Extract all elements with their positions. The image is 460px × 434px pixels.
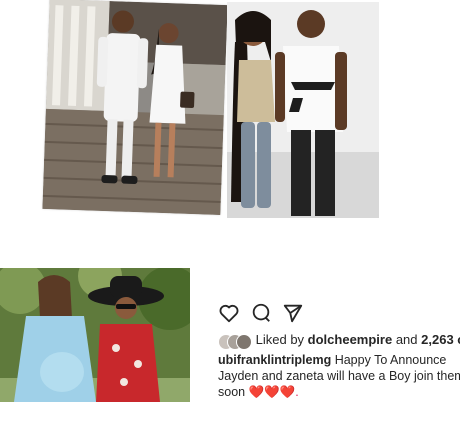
- liked-count[interactable]: 2,263 ot: [421, 332, 460, 347]
- photo-couple-indoor: [227, 2, 379, 218]
- comment-icon[interactable]: [250, 302, 274, 326]
- heart-icon[interactable]: [218, 302, 242, 326]
- liked-and: and: [395, 332, 418, 347]
- photo-two-women: [0, 268, 190, 402]
- instagram-post-panel: Liked by dolcheempire and 2,263 ot ubifr…: [196, 292, 460, 402]
- liked-prefix: Liked by: [255, 332, 305, 347]
- caption-line-1: Happy To Announce: [334, 353, 447, 367]
- post-caption: ubifranklintriplemg Happy To Announce Ja…: [218, 352, 460, 400]
- photo-couple-white-image: [42, 0, 228, 216]
- share-icon[interactable]: [282, 302, 306, 326]
- liked-user-link[interactable]: dolcheempire: [308, 332, 393, 347]
- avatar: [236, 333, 252, 350]
- photo-couple-white: [42, 0, 228, 216]
- photo-couple-indoor-image: [227, 2, 379, 218]
- caption-emoji: ❤️❤️❤️.: [248, 385, 299, 399]
- likes-row: Liked by dolcheempire and 2,263 ot: [218, 332, 460, 350]
- caption-line-2: Jayden and zaneta will have a Boy join t…: [218, 369, 460, 383]
- caption-username[interactable]: ubifranklintriplemg: [218, 353, 331, 367]
- photo-two-women-image: [0, 268, 190, 402]
- liker-avatars: [218, 333, 252, 350]
- caption-line-3: soon: [218, 385, 246, 399]
